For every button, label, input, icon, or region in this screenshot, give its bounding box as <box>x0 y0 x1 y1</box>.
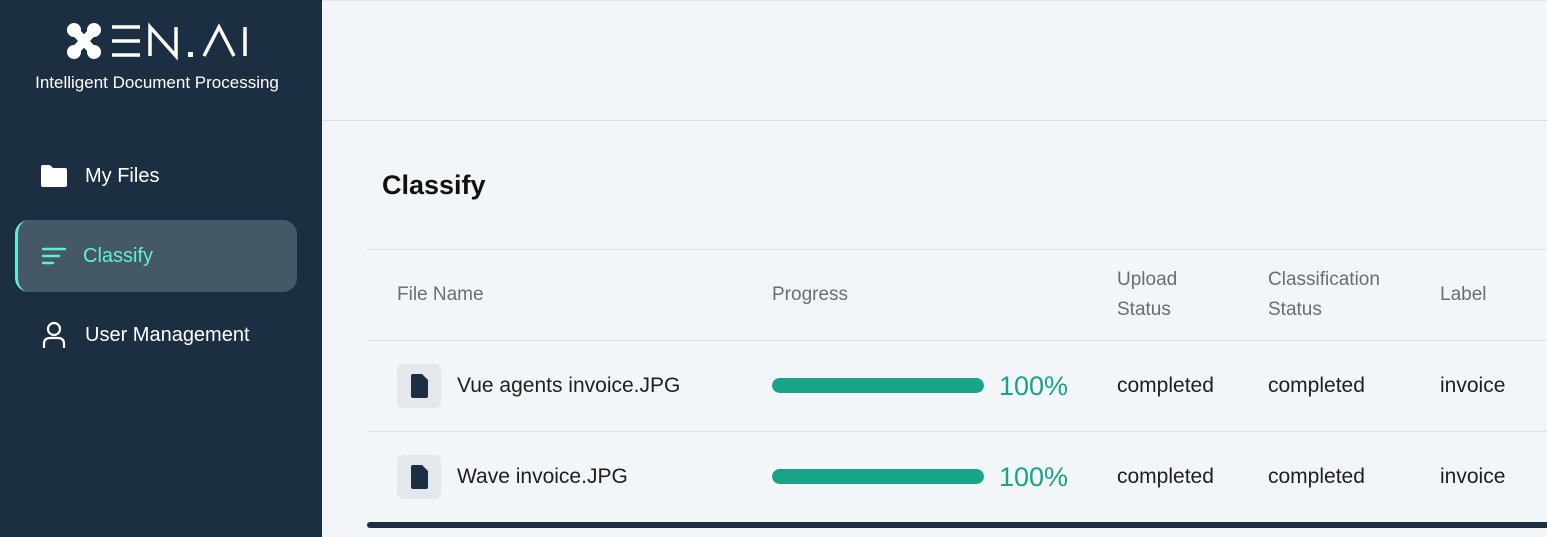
column-header-text: Status <box>1268 299 1322 320</box>
tagline: Intelligent Document Processing <box>35 73 279 92</box>
sidebar: Intelligent Document Processing My Files <box>0 0 322 537</box>
table-row[interactable]: Vue agents invoice.JPG 100% completed co… <box>367 341 1547 432</box>
progress-percent: 100% <box>999 370 1069 401</box>
progress-bar <box>772 469 984 484</box>
sidebar-item-user-management[interactable]: User Management <box>15 299 297 371</box>
column-header-text: Status <box>1117 299 1171 320</box>
app: Intelligent Document Processing My Files <box>0 0 1547 537</box>
column-header-label[interactable]: Label <box>1440 250 1487 340</box>
sidebar-item-label: My Files <box>85 164 160 187</box>
user-icon <box>39 320 69 350</box>
file-icon <box>397 455 441 499</box>
progress-percent: 100% <box>999 461 1069 492</box>
page-title: Classify <box>382 170 486 200</box>
upload-status: completed <box>1117 374 1214 397</box>
progress-bar <box>772 378 984 393</box>
label-value: invoice <box>1440 465 1506 488</box>
folder-icon <box>39 161 69 191</box>
label-value: invoice <box>1440 374 1506 397</box>
files-table: File Name Progress Upload Status Classif… <box>367 249 1547 523</box>
column-header-text: Upload <box>1117 269 1178 290</box>
classification-status: completed <box>1268 465 1365 488</box>
column-header-classification-status[interactable]: Classification Status <box>1268 250 1380 340</box>
column-header-upload-status[interactable]: Upload Status <box>1117 250 1177 340</box>
progress-fill <box>772 378 984 393</box>
progress-fill <box>772 469 984 484</box>
sidebar-item-my-files[interactable]: My Files <box>15 140 297 212</box>
classification-status: completed <box>1268 374 1365 397</box>
xen-ai-logo <box>67 22 247 61</box>
sidebar-item-classify[interactable]: Classify <box>15 220 297 292</box>
table-row[interactable]: Wave invoice.JPG 100% completed complete… <box>367 432 1547 523</box>
file-name[interactable]: Vue agents invoice.JPG <box>457 341 680 431</box>
column-header-progress[interactable]: Progress <box>772 250 848 340</box>
list-icon <box>39 241 69 271</box>
table-header: File Name Progress Upload Status Classif… <box>367 249 1547 341</box>
sidebar-item-label: User Management <box>85 323 250 346</box>
file-name[interactable]: Wave invoice.JPG <box>457 432 628 522</box>
sidebar-item-label: Classify <box>83 244 154 267</box>
upload-status: completed <box>1117 465 1214 488</box>
file-icon <box>397 364 441 408</box>
horizontal-scrollbar[interactable] <box>367 522 1547 528</box>
column-header-text: Classification <box>1268 269 1380 290</box>
top-bar <box>322 0 1547 121</box>
column-header-file-name[interactable]: File Name <box>397 250 484 340</box>
